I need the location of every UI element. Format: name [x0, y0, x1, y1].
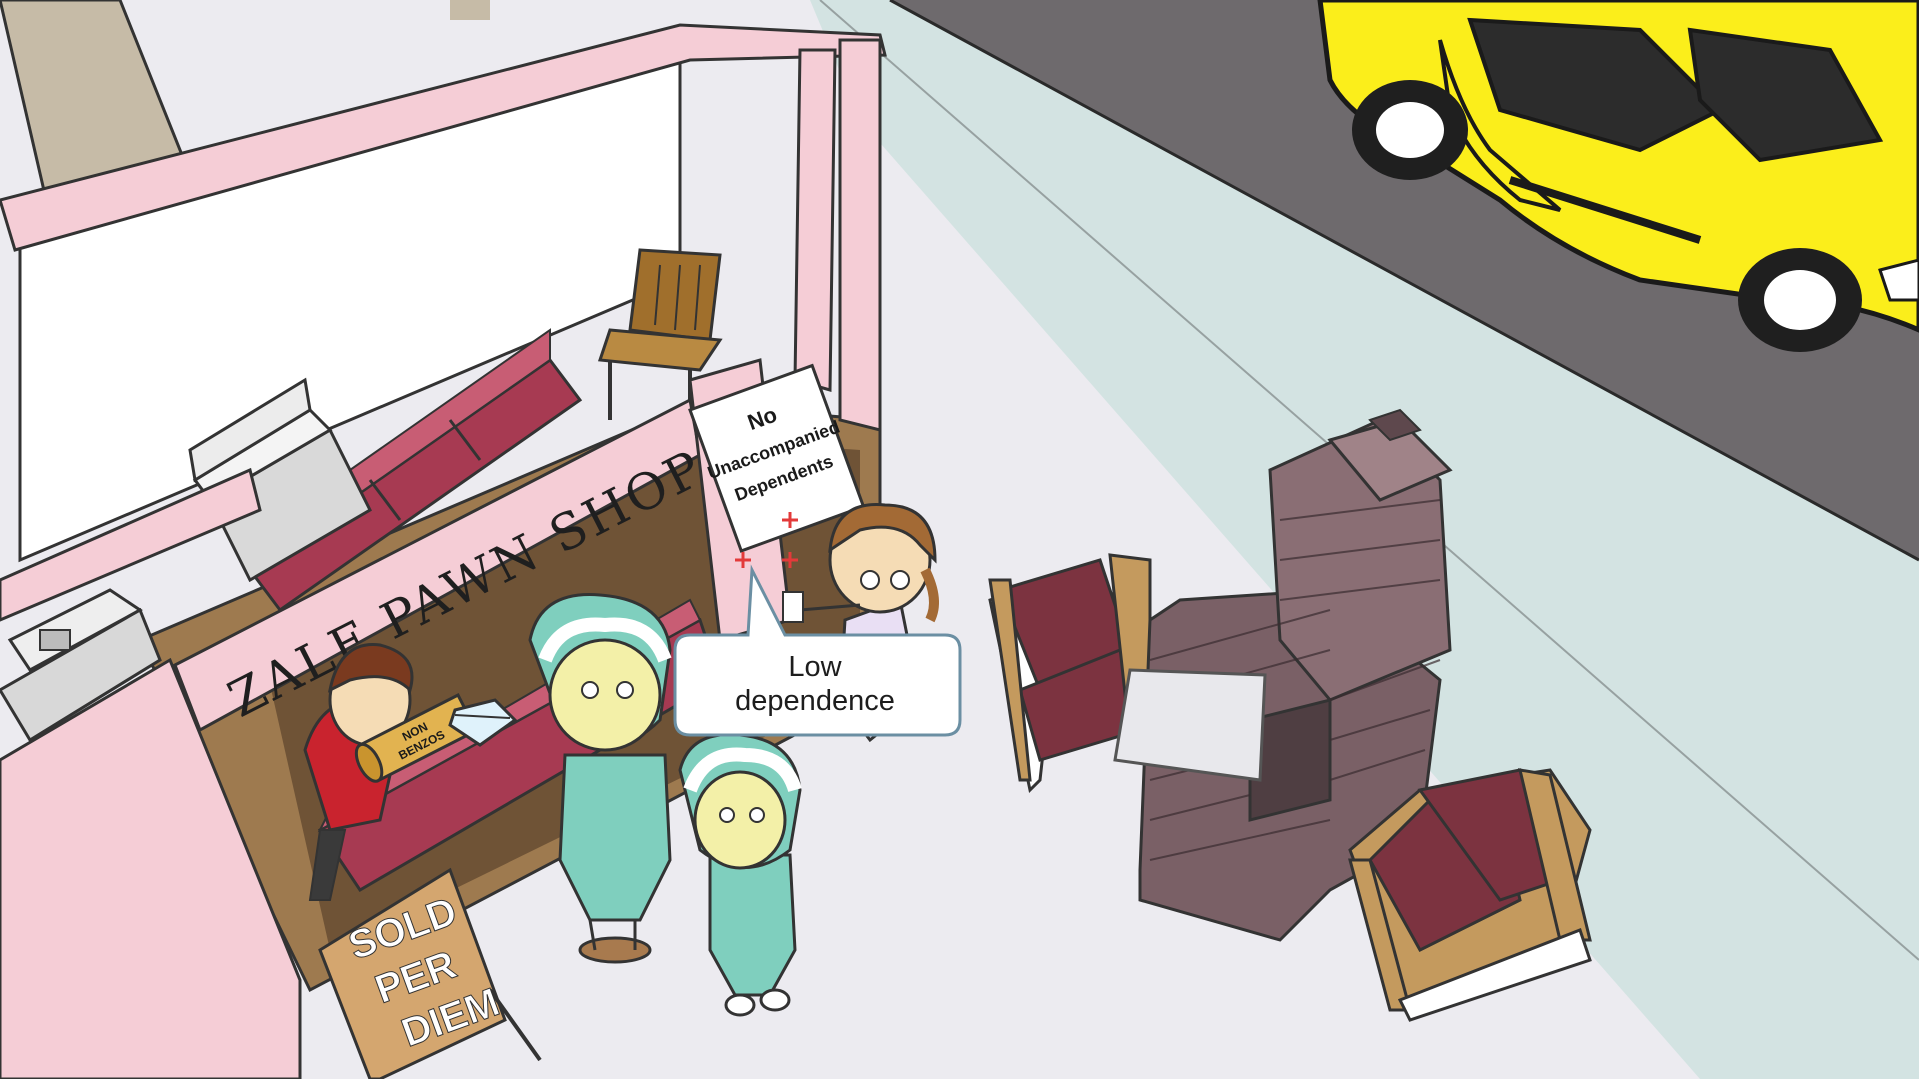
teal-child — [678, 732, 802, 1017]
speech-bubble-line2: dependence — [735, 685, 895, 717]
speech-bubble-line1: Low — [788, 651, 842, 683]
speech-bubble-text: Low dependence — [672, 634, 958, 734]
blank-board — [1113, 668, 1267, 782]
cartoon-scene: ZALE PAWN SHOP No Unaccompanied Dependen… — [0, 0, 1919, 1079]
